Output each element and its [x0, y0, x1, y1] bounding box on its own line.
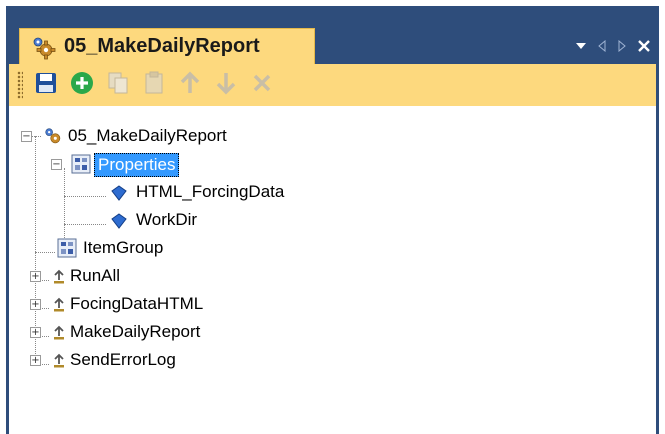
add-button[interactable] [65, 68, 99, 102]
tree-node-target[interactable]: + FocingDataHTML [21, 292, 341, 318]
delete-icon [251, 72, 273, 99]
save-icon [34, 71, 58, 100]
move-down-button[interactable] [209, 68, 243, 102]
tree-label-properties: Properties [94, 153, 180, 177]
collapse-icon[interactable]: − [51, 159, 62, 170]
arrow-down-icon [215, 71, 237, 100]
delete-button[interactable] [245, 68, 279, 102]
scroll-right-icon[interactable] [617, 40, 627, 52]
tree-label-property: HTML_ForcingData [136, 182, 285, 201]
tab-strip: 05_MakeDailyReport [6, 6, 659, 64]
tree-node-property-item[interactable]: WorkDir [21, 208, 381, 234]
tree-node-properties[interactable]: − Properties [21, 152, 341, 178]
property-icon [109, 183, 129, 203]
tree-label-target: SendErrorLog [70, 350, 176, 369]
toolbar [9, 64, 656, 106]
copy-button[interactable] [101, 68, 135, 102]
tree-label-property: WorkDir [136, 210, 198, 229]
tab-05-makedailyreport[interactable]: 05_MakeDailyReport [19, 28, 315, 64]
paste-button[interactable] [137, 68, 171, 102]
expand-icon[interactable]: + [30, 271, 41, 282]
dropdown-icon[interactable] [575, 41, 587, 51]
gears-icon [30, 34, 56, 60]
panel-content: − 05_MakeDailyReport − Properties HTML_F… [6, 64, 659, 434]
tree-node-property-item[interactable]: HTML_ForcingData [21, 180, 381, 206]
project-panel: 05_MakeDailyReport − 05_MakeDailyReport … [6, 6, 659, 434]
tree-node-itemgroup[interactable]: ItemGroup [21, 236, 341, 262]
tree-label-target: MakeDailyReport [70, 322, 201, 341]
item-group-icon [57, 238, 77, 258]
gears-icon [43, 126, 63, 146]
target-icon [49, 267, 69, 287]
tree-node-target[interactable]: + SendErrorLog [21, 348, 341, 374]
toolbar-grip[interactable] [17, 71, 23, 99]
project-tree: − 05_MakeDailyReport − Properties HTML_F… [21, 124, 651, 424]
expand-icon[interactable]: + [30, 327, 41, 338]
target-icon [49, 323, 69, 343]
expand-icon[interactable]: + [30, 299, 41, 310]
target-icon [49, 295, 69, 315]
save-button[interactable] [29, 68, 63, 102]
tree-label-root: 05_MakeDailyReport [68, 126, 227, 145]
arrow-up-icon [179, 71, 201, 100]
copy-icon [107, 71, 129, 100]
paste-icon [143, 71, 165, 100]
tree-node-root[interactable]: − 05_MakeDailyReport [21, 124, 341, 150]
move-up-button[interactable] [173, 68, 207, 102]
target-icon [49, 351, 69, 371]
tab-title: 05_MakeDailyReport [64, 35, 260, 57]
collapse-icon[interactable]: − [21, 131, 32, 142]
property-icon [109, 211, 129, 231]
tree-label-itemgroup: ItemGroup [83, 238, 164, 257]
scroll-left-icon[interactable] [597, 40, 607, 52]
plus-circle-icon [70, 71, 94, 100]
tab-controls [575, 32, 651, 60]
close-icon[interactable] [637, 39, 651, 53]
tree-label-target: FocingDataHTML [70, 294, 204, 313]
property-group-icon [71, 154, 91, 174]
expand-icon[interactable]: + [30, 355, 41, 366]
tree-label-target: RunAll [70, 266, 121, 285]
tree-node-target[interactable]: + RunAll [21, 264, 341, 290]
tree-node-target[interactable]: + MakeDailyReport [21, 320, 341, 346]
